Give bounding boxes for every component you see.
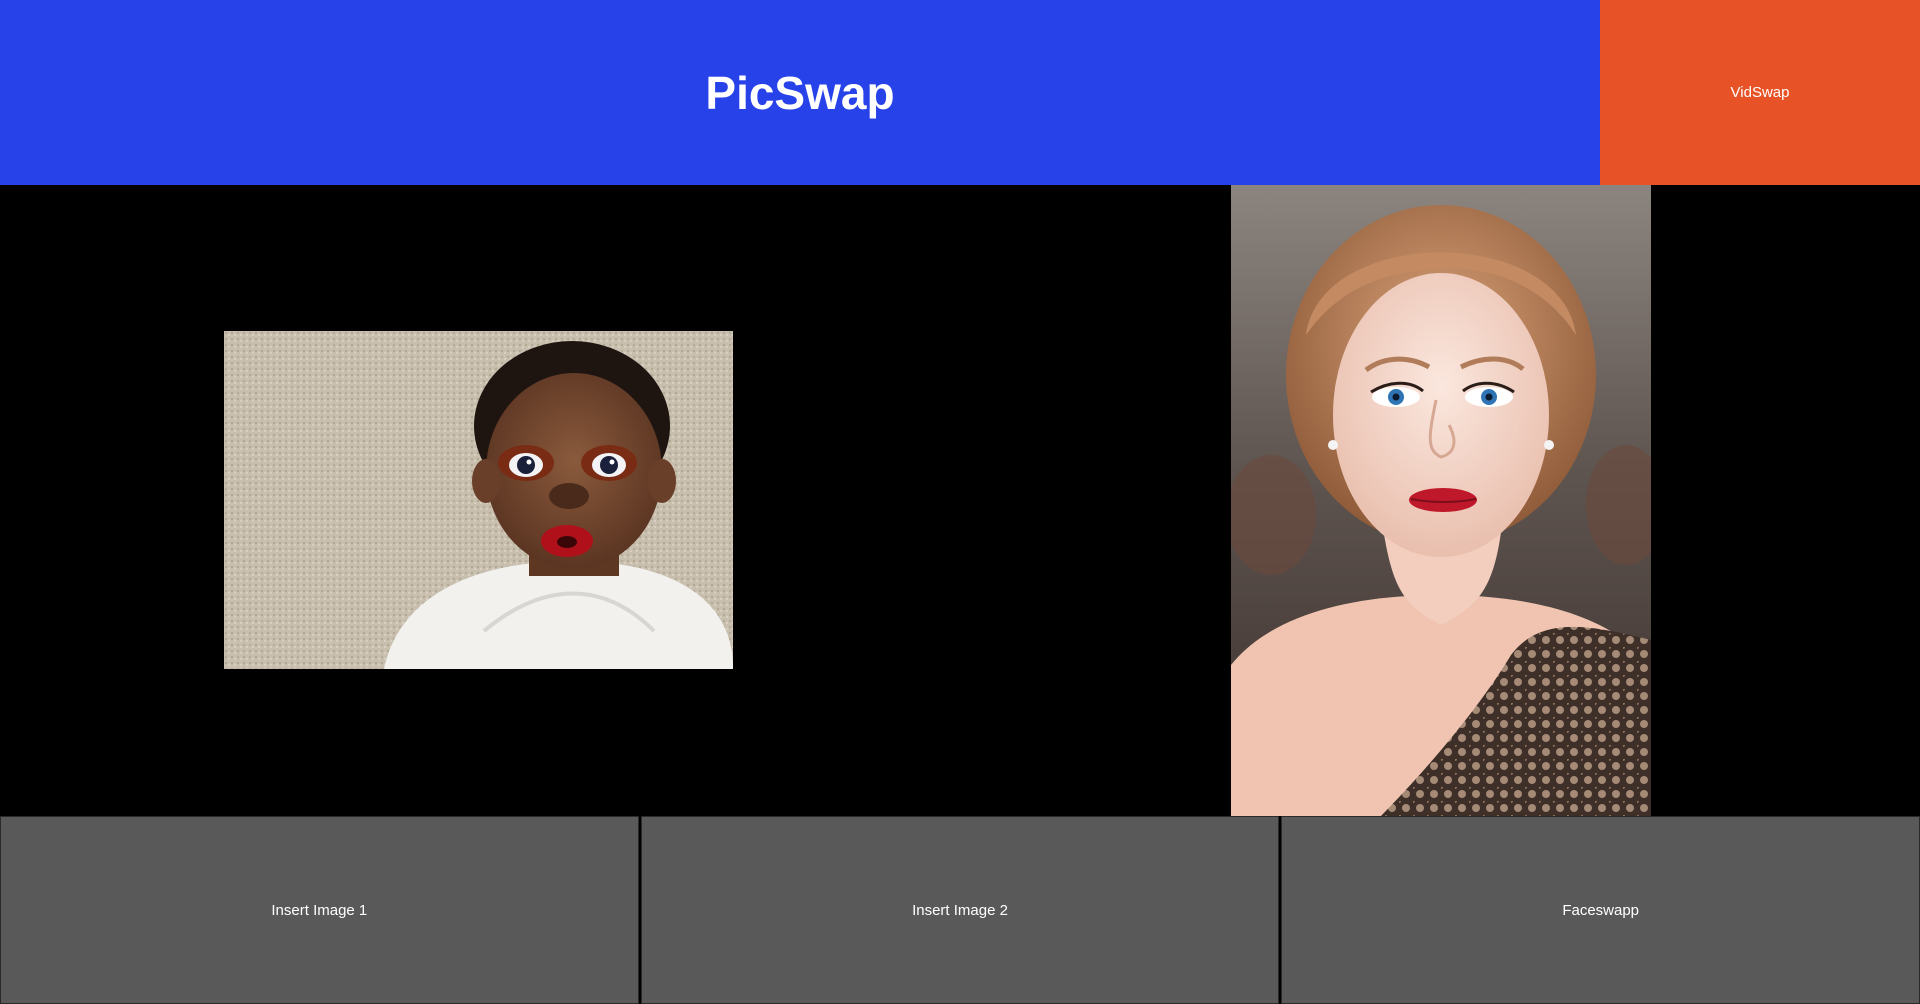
- app-window: PicSwap VidSwap Insert Image 1 Insert Im…: [0, 0, 1920, 1004]
- insert-image-2-button[interactable]: Insert Image 2: [640, 816, 1280, 1004]
- app-title: PicSwap: [705, 66, 895, 119]
- baby-photo: [224, 331, 733, 669]
- faceswap-button[interactable]: Faceswapp: [1281, 816, 1920, 1004]
- action-bar: Insert Image 1 Insert Image 2 Faceswapp: [0, 816, 1920, 1004]
- vidswap-button[interactable]: VidSwap: [1600, 0, 1920, 185]
- image-2-preview: [1231, 185, 1651, 816]
- portrait-photo: [1231, 185, 1651, 816]
- header-bar: PicSwap: [0, 0, 1600, 185]
- image-stage: [0, 185, 1920, 816]
- insert-image-1-button[interactable]: Insert Image 1: [0, 816, 639, 1004]
- image-1-preview: [224, 331, 733, 669]
